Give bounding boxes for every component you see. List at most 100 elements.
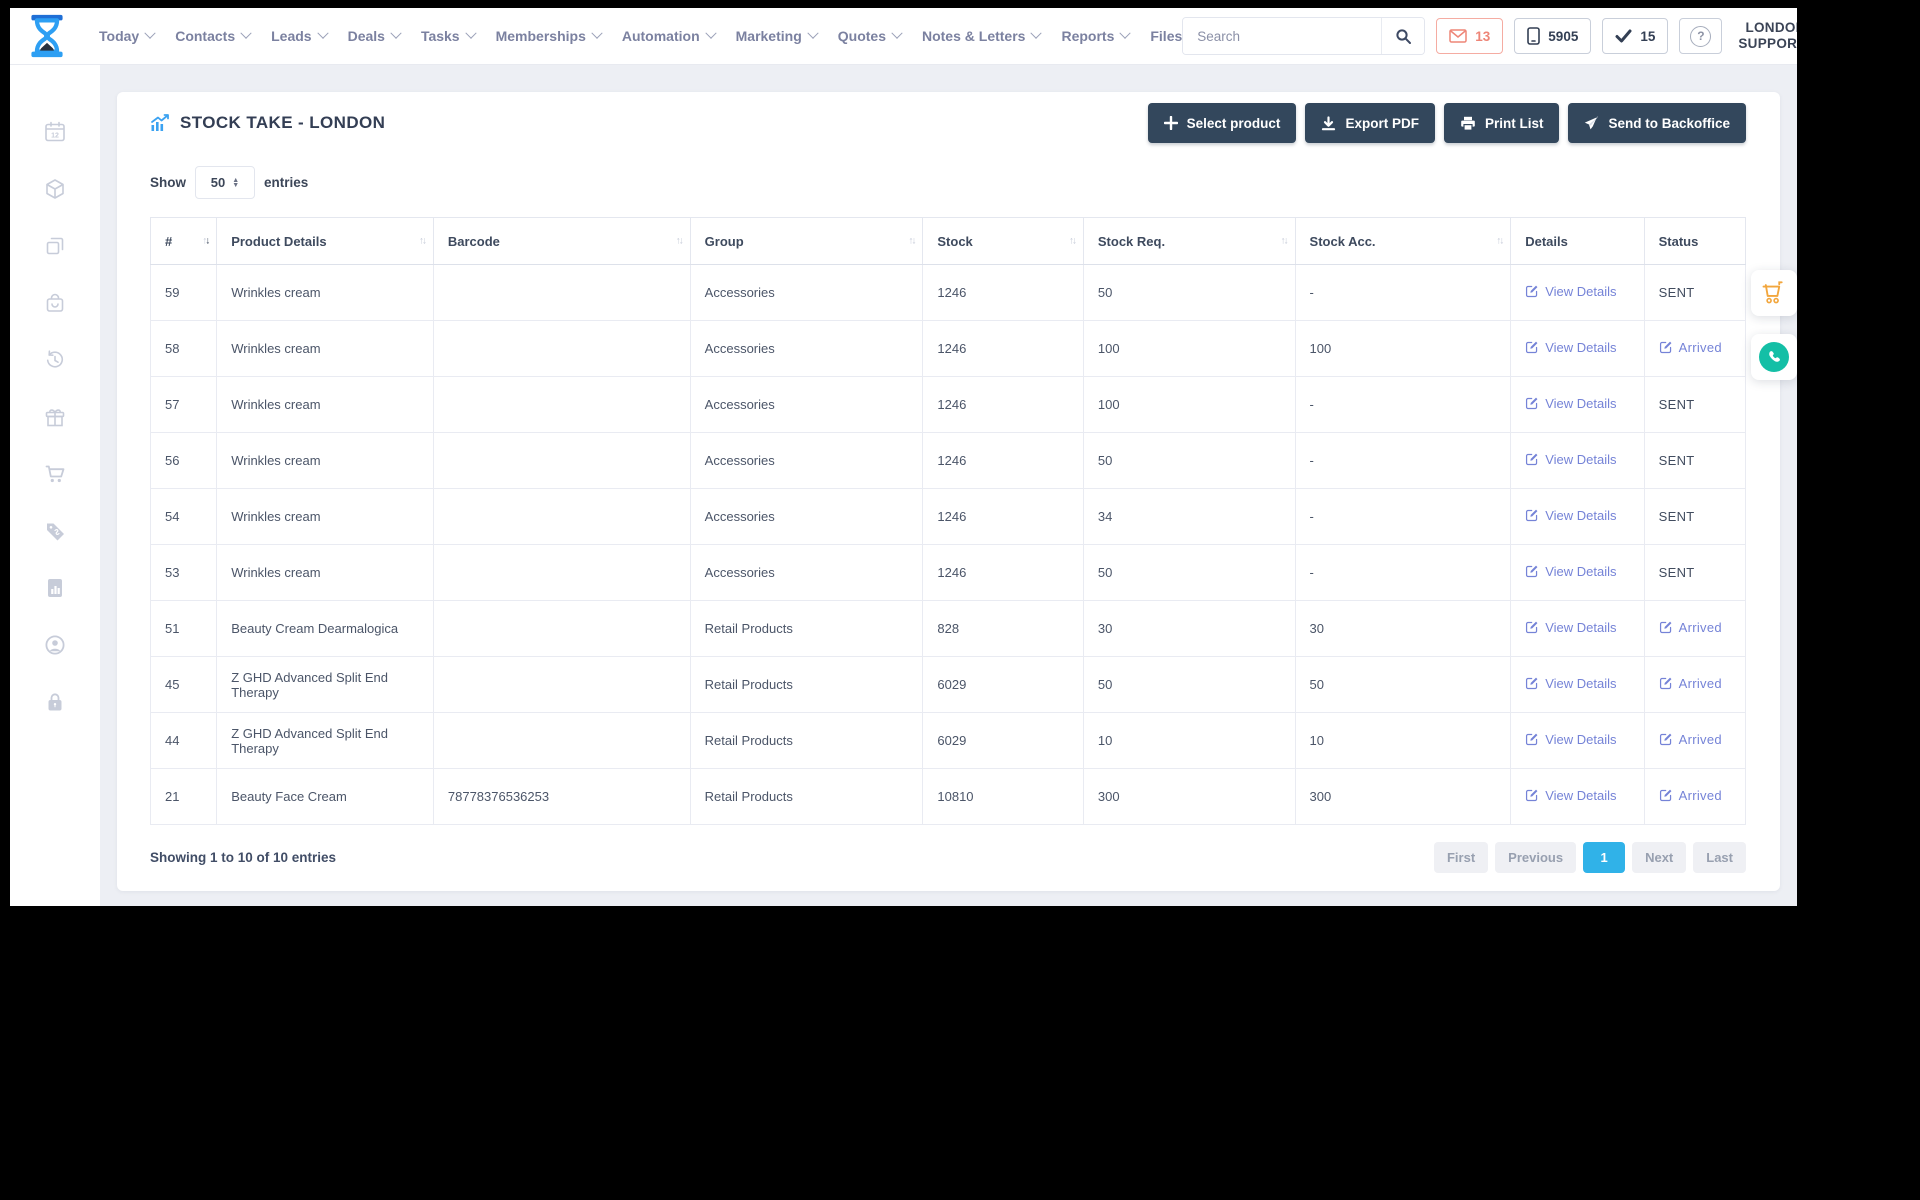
view-details-link[interactable]: View Details <box>1525 620 1617 635</box>
calendar-icon[interactable]: 12 <box>43 120 67 144</box>
entries-label: entries <box>264 175 309 190</box>
sort-icon: ↑↓ <box>1068 235 1077 247</box>
nav-item-tasks[interactable]: Tasks <box>421 27 477 44</box>
cell-stock-acc: - <box>1294 544 1512 601</box>
export-pdf-button[interactable]: Export PDF <box>1305 103 1435 143</box>
search-box <box>1182 17 1426 55</box>
nav-item-marketing[interactable]: Marketing <box>736 27 819 44</box>
page-size-select[interactable]: 50 ▲ ▼ <box>195 166 255 199</box>
cell-stock: 10810 <box>922 768 1084 825</box>
cell-group: Accessories <box>689 432 924 489</box>
cell-barcode <box>432 600 691 657</box>
column-header-stock[interactable]: Stock ↑↓ <box>922 217 1084 265</box>
cell-num: 59 <box>149 264 218 321</box>
pagination-next[interactable]: Next <box>1632 842 1687 873</box>
view-details-link[interactable]: View Details <box>1525 396 1617 411</box>
cell-stock-req: 30 <box>1082 600 1296 657</box>
lock-icon[interactable] <box>43 690 67 714</box>
nav-item-contacts[interactable]: Contacts <box>175 27 252 44</box>
price-tags-icon[interactable] <box>43 519 67 543</box>
nav-item-deals[interactable]: Deals <box>348 27 402 44</box>
nav-item-notes-letters[interactable]: Notes & Letters <box>922 27 1043 44</box>
cell-num: 56 <box>149 432 218 489</box>
view-details-link[interactable]: View Details <box>1525 564 1617 579</box>
column-header-stock-acc[interactable]: Stock Acc. ↑↓ <box>1294 217 1512 265</box>
edit-icon <box>1659 341 1672 354</box>
printer-icon <box>1461 116 1475 131</box>
status-badge[interactable]: Arrived <box>1659 340 1722 355</box>
messages-badge[interactable]: 13 <box>1436 18 1504 54</box>
cell-product-details: Wrinkles cream <box>216 264 434 321</box>
package-icon[interactable] <box>43 177 67 201</box>
status-badge[interactable]: Arrived <box>1659 676 1722 691</box>
company-logo-hourglass-icon[interactable] <box>25 13 69 59</box>
column-header-barcode[interactable]: Barcode ↑↓ <box>432 217 691 265</box>
column-header-stock-req[interactable]: Stock Req. ↑↓ <box>1082 217 1296 265</box>
cell-status: Arrived <box>1643 600 1747 657</box>
cell-product-details: Beauty Cream Dearmalogica <box>216 600 434 657</box>
nav-item-leads[interactable]: Leads <box>271 27 329 44</box>
column-header-group[interactable]: Group ↑↓ <box>689 217 924 265</box>
pagination-previous[interactable]: Previous <box>1495 842 1577 873</box>
nav-item-files[interactable]: Files <box>1150 28 1182 44</box>
cell-stock-acc: 50 <box>1294 656 1512 713</box>
select-product-button[interactable]: Select product <box>1147 103 1297 143</box>
chevron-down-icon <box>591 27 603 39</box>
column-header-product[interactable]: Product Details ↑↓ <box>216 217 434 265</box>
nav-item-reports[interactable]: Reports <box>1061 27 1132 44</box>
cell-details: View Details <box>1510 488 1645 545</box>
nav-item-memberships[interactable]: Memberships <box>496 27 603 44</box>
question-mark-icon: ? <box>1690 25 1712 47</box>
view-details-link[interactable]: View Details <box>1525 340 1617 355</box>
gift-icon[interactable] <box>43 405 67 429</box>
copy-icon[interactable] <box>43 234 67 258</box>
search-input[interactable] <box>1183 18 1382 54</box>
account-icon[interactable] <box>43 633 67 657</box>
nav-item-automation[interactable]: Automation <box>622 27 717 44</box>
view-details-link[interactable]: View Details <box>1525 676 1617 691</box>
edit-icon <box>1659 789 1672 802</box>
view-details-link[interactable]: View Details <box>1525 284 1617 299</box>
column-header-num[interactable]: # ↑↓ <box>149 217 218 265</box>
cart-widget[interactable] <box>1751 270 1797 316</box>
view-details-link[interactable]: View Details <box>1525 452 1617 467</box>
table-row: 45 Z GHD Advanced Split End Therapy Reta… <box>149 656 1747 713</box>
cell-group: Accessories <box>689 320 924 377</box>
cell-group: Retail Products <box>689 712 924 769</box>
status-badge[interactable]: Arrived <box>1659 620 1722 635</box>
call-widget[interactable] <box>1751 334 1797 380</box>
pagination-last[interactable]: Last <box>1693 842 1746 873</box>
cart-icon[interactable] <box>43 462 67 486</box>
view-details-link[interactable]: View Details <box>1525 788 1617 803</box>
status-badge[interactable]: Arrived <box>1659 732 1722 747</box>
view-details-link[interactable]: View Details <box>1525 508 1617 523</box>
report-icon[interactable] <box>43 576 67 600</box>
page-title: STOCK TAKE - LONDON <box>150 113 385 133</box>
entries-summary: Showing 1 to 10 of 10 entries <box>150 850 337 865</box>
orders-bag-icon[interactable] <box>43 291 67 315</box>
search-button[interactable] <box>1381 18 1425 54</box>
cell-status: Arrived <box>1643 320 1747 377</box>
pagination: First Previous 1 Next Last <box>1427 842 1746 873</box>
nav-item-today[interactable]: Today <box>99 27 156 44</box>
tasks-badge[interactable]: 15 <box>1602 18 1669 54</box>
cell-product-details: Wrinkles cream <box>216 320 434 377</box>
cell-num: 58 <box>149 320 218 377</box>
status-badge[interactable]: Arrived <box>1659 788 1722 803</box>
pagination-first[interactable]: First <box>1433 842 1489 873</box>
send-to-backoffice-button[interactable]: Send to Backoffice <box>1568 103 1746 143</box>
edit-icon <box>1659 733 1672 746</box>
edit-icon <box>1526 733 1538 746</box>
chart-growth-icon <box>151 114 169 131</box>
pagination-1[interactable]: 1 <box>1583 842 1626 873</box>
print-list-button[interactable]: Print List <box>1443 103 1560 143</box>
cell-details: View Details <box>1510 264 1645 321</box>
history-icon[interactable] <box>43 348 67 372</box>
view-details-link[interactable]: View Details <box>1525 732 1617 747</box>
help-button[interactable]: ? <box>1679 18 1723 54</box>
table-row: 59 Wrinkles cream Accessories 1246 50 - … <box>149 264 1747 321</box>
sort-icon: ↑↓ <box>418 235 427 247</box>
device-badge[interactable]: 5905 <box>1514 18 1592 54</box>
nav-item-quotes[interactable]: Quotes <box>838 27 903 44</box>
cell-num: 57 <box>149 376 218 433</box>
